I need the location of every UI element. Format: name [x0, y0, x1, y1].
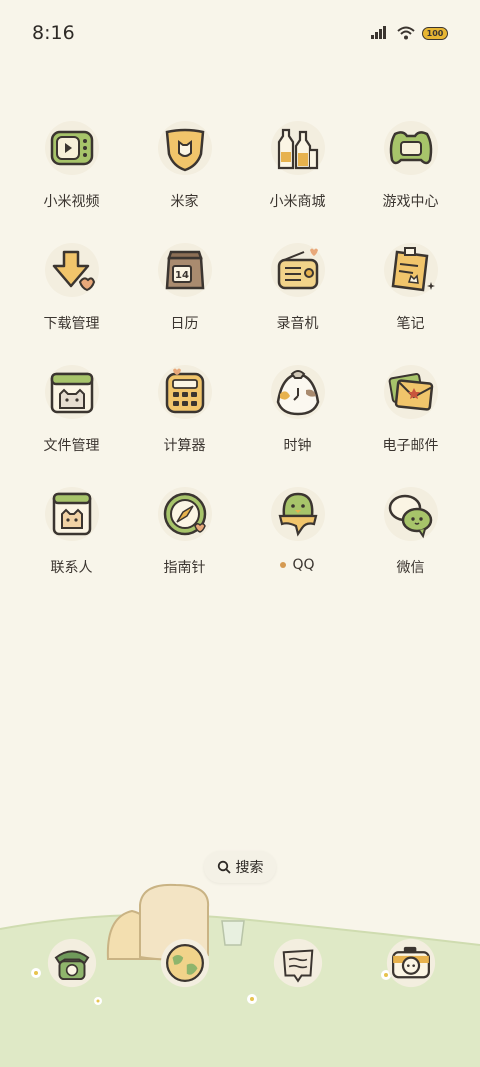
clock-onigiri-icon [270, 365, 325, 419]
app-label: 计算器 [163, 438, 206, 454]
wifi-icon [397, 26, 415, 40]
notepad-icon [383, 243, 438, 297]
app-mi-video[interactable]: 小米视频 [15, 118, 128, 240]
app-wechat[interactable]: 微信 [354, 484, 467, 606]
app-label: 时钟 [283, 438, 312, 454]
app-label: 录音机 [276, 316, 319, 332]
app-label: 笔记 [396, 316, 425, 332]
app-label: 小米商城 [269, 194, 326, 210]
search-label: 搜索 [235, 860, 264, 876]
contacts-cat-icon [44, 487, 99, 541]
status-time: 8:16 [32, 22, 75, 44]
app-label: 米家 [170, 194, 199, 210]
browser-globe-icon [160, 938, 209, 988]
calendar-bag-icon: 14 [157, 243, 212, 297]
app-label: 电子邮件 [382, 438, 439, 454]
calculator-icon [157, 365, 212, 419]
signal-icon [371, 26, 386, 39]
app-email[interactable]: 电子邮件 [354, 362, 467, 484]
app-mijia[interactable]: 米家 [128, 118, 241, 240]
app-label: 日历 [170, 316, 199, 332]
app-label: 小米视频 [43, 194, 100, 210]
messages-icon [273, 938, 322, 988]
battery-level: 100 [426, 28, 444, 38]
app-calculator[interactable]: 计算器 [128, 362, 241, 484]
battery-icon: 100 [422, 26, 448, 40]
tv-icon [44, 121, 99, 175]
dock-browser[interactable] [128, 938, 241, 988]
app-contacts[interactable]: 联系人 [15, 484, 128, 606]
app-recorder[interactable]: 录音机 [241, 240, 354, 362]
radio-recorder-icon [270, 243, 325, 297]
app-downloads[interactable]: 下载管理 [15, 240, 128, 362]
status-icons: 100 [370, 26, 448, 40]
app-label: 下载管理 [43, 316, 100, 332]
bottles-store-icon [270, 121, 325, 175]
search-button[interactable]: 搜索 [204, 851, 276, 883]
app-label: 微信 [396, 560, 425, 576]
gamepad-icon [383, 121, 438, 175]
app-file-manager[interactable]: 文件管理 [15, 362, 128, 484]
qq-penguin-icon [270, 487, 325, 541]
compass-icon [157, 487, 212, 541]
search-icon [217, 860, 231, 874]
app-label: 联系人 [50, 560, 93, 576]
mijia-house-icon [157, 121, 212, 175]
notification-dot [280, 562, 287, 568]
folder-cat-icon [44, 365, 99, 419]
app-mi-store[interactable]: 小米商城 [241, 118, 354, 240]
phone-icon [47, 938, 96, 988]
download-arrow-icon [44, 243, 99, 297]
app-qq[interactable]: QQ [241, 484, 354, 606]
app-label: 游戏中心 [382, 194, 439, 210]
app-calendar[interactable]: 14 日历 [128, 240, 241, 362]
wechat-bubbles-icon [383, 487, 438, 541]
app-clock[interactable]: 时钟 [241, 362, 354, 484]
envelope-icon [383, 365, 438, 419]
app-grid: 小米视频 米家 小米商城 游戏中心 下载管理 14 日历 录音机 笔记 文件管理… [15, 118, 467, 606]
app-label: QQ [292, 557, 315, 573]
dock-camera[interactable] [354, 938, 467, 988]
app-label: 文件管理 [43, 438, 100, 454]
dock-messages[interactable] [241, 938, 354, 988]
app-compass[interactable]: 指南针 [128, 484, 241, 606]
app-label: 指南针 [163, 560, 206, 576]
calendar-day: 14 [175, 270, 189, 281]
app-notes[interactable]: 笔记 [354, 240, 467, 362]
camera-icon [386, 938, 435, 988]
dock-phone[interactable] [15, 938, 128, 988]
dock [15, 938, 467, 988]
app-game-center[interactable]: 游戏中心 [354, 118, 467, 240]
